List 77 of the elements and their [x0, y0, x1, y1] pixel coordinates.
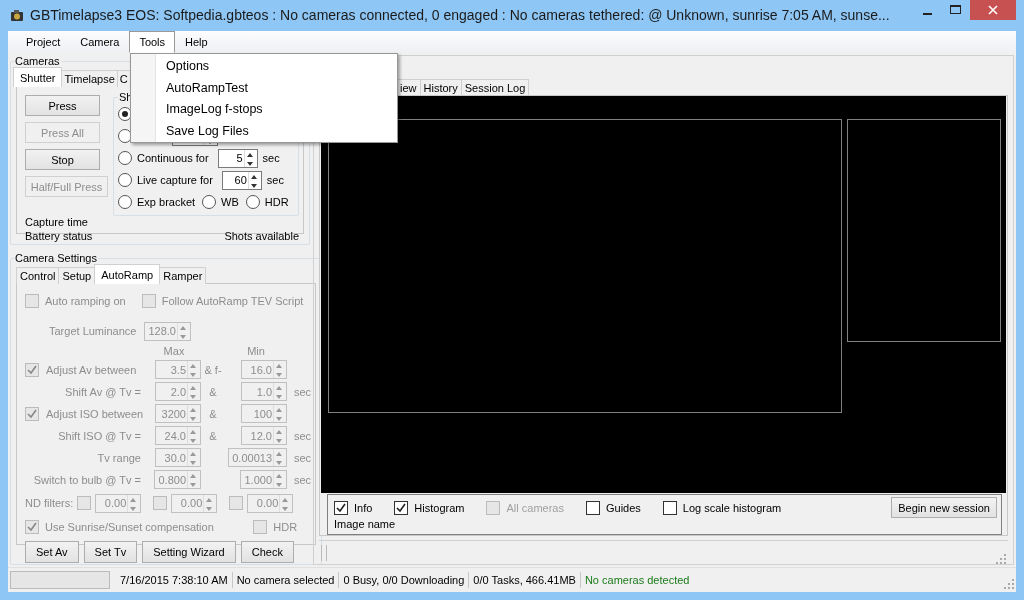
menu-item[interactable]: Help [175, 31, 218, 53]
radio-button[interactable] [245, 195, 260, 209]
radio-label: Exp bracket [137, 196, 196, 208]
checkbox-label: Info [354, 501, 373, 514]
minimize-icon [922, 12, 932, 15]
field-label: Tv range [97, 451, 142, 464]
resize-grip-icon[interactable] [996, 554, 1006, 564]
separator-label: & f- [204, 363, 222, 376]
splitter-grip-icon[interactable] [321, 544, 327, 561]
group-title: Cameras [14, 55, 61, 67]
begin-session-button[interactable]: Begin new session [891, 497, 997, 518]
close-icon [988, 5, 998, 15]
checkbox-label: Use Sunrise/Sunset compensation [45, 521, 215, 533]
group-title: Camera Settings [14, 252, 98, 264]
field-label: Switch to bulb @ Tv = [33, 473, 142, 486]
column-heading: Min [247, 345, 265, 357]
checkbox-label: HDR [273, 521, 298, 533]
unit-label: sec [262, 152, 280, 164]
tab[interactable]: Timelapse [61, 70, 118, 87]
checkbox-label: Adjust ISO between [46, 407, 144, 420]
menu-item[interactable]: Options [131, 55, 397, 77]
radio-button[interactable] [118, 173, 132, 187]
status-text: 7/16/2015 7:38:10 AM [119, 573, 229, 588]
status-text: No camera selected [235, 573, 336, 588]
camera-icon [10, 9, 24, 23]
radio-button[interactable] [202, 195, 217, 209]
separator-label: & [209, 385, 217, 398]
checkbox-label: Log scale histogram [682, 501, 782, 514]
checkbox-label: Auto ramping on [45, 295, 126, 307]
status-label: Shots available [224, 230, 299, 242]
checkbox-label: Follow AutoRamp TEV Script [161, 295, 304, 307]
menu-item[interactable]: Project [16, 31, 71, 53]
push-button[interactable]: Stop [25, 149, 100, 170]
unit-label: sec [294, 429, 312, 442]
checkbox[interactable] [394, 500, 409, 515]
window-title: GBTimelapse3 EOS: Softpedia.gbteos : No cameras connected, 0 engaged : No cameras tethered: @ Unknown, sunrise 7:05 AM, sunse... [30, 8, 891, 23]
radio-button[interactable] [118, 195, 132, 209]
field-label: ND filters: [25, 497, 74, 509]
checkbox[interactable] [585, 500, 600, 515]
radio-button[interactable] [118, 151, 132, 165]
unit-label: sec [266, 174, 284, 186]
status-text: 0 Busy, 0/0 Downloading [342, 573, 466, 588]
unit-label: sec [294, 451, 312, 464]
separator-label: & [209, 429, 217, 442]
menu-item[interactable]: Save Log Files [131, 120, 397, 142]
menu-item[interactable]: AutoRampTest [131, 76, 397, 99]
status-label: Capture time [25, 216, 89, 228]
checkbox-label: Adjust Av between [46, 363, 137, 376]
push-button[interactable]: Press [25, 95, 100, 116]
separator-label: & [209, 407, 217, 420]
menu-item[interactable]: Camera [70, 31, 130, 53]
field-label: Target Luminance [49, 325, 137, 337]
resize-grip-icon[interactable] [1004, 579, 1014, 589]
field-label: Shift Av @ Tv = [65, 385, 142, 398]
unit-label: sec [294, 385, 312, 398]
status-text: 0/0 Tasks, 466.41MB [472, 573, 577, 588]
spin-field[interactable]: 5 [217, 148, 258, 168]
checkbox-label: Guides [605, 501, 641, 514]
radio-label: HDR [264, 196, 289, 208]
menu-item[interactable]: Tools [129, 31, 176, 53]
field-label: Shift ISO @ Tv = [58, 429, 142, 442]
tab[interactable]: Shutter [13, 67, 63, 87]
checkbox-label: Histogram [414, 501, 465, 514]
status-label: Battery status [25, 230, 93, 242]
column-heading: Max [163, 345, 185, 357]
radio-label: Live capture for [137, 174, 213, 186]
image-name-label: Image name [334, 518, 396, 530]
radio-label: Continuous for [137, 152, 209, 164]
checkbox[interactable] [334, 500, 348, 515]
spin-field[interactable]: 60 [221, 170, 262, 190]
unit-label: sec [294, 473, 312, 486]
maximize-icon [949, 5, 961, 15]
radio-label: WB [221, 196, 239, 208]
status-text: No cameras detected [583, 573, 691, 588]
checkbox-label: All cameras [506, 501, 564, 514]
checkbox[interactable] [662, 500, 677, 515]
menu-item[interactable]: ImageLog f-stops [131, 98, 397, 121]
